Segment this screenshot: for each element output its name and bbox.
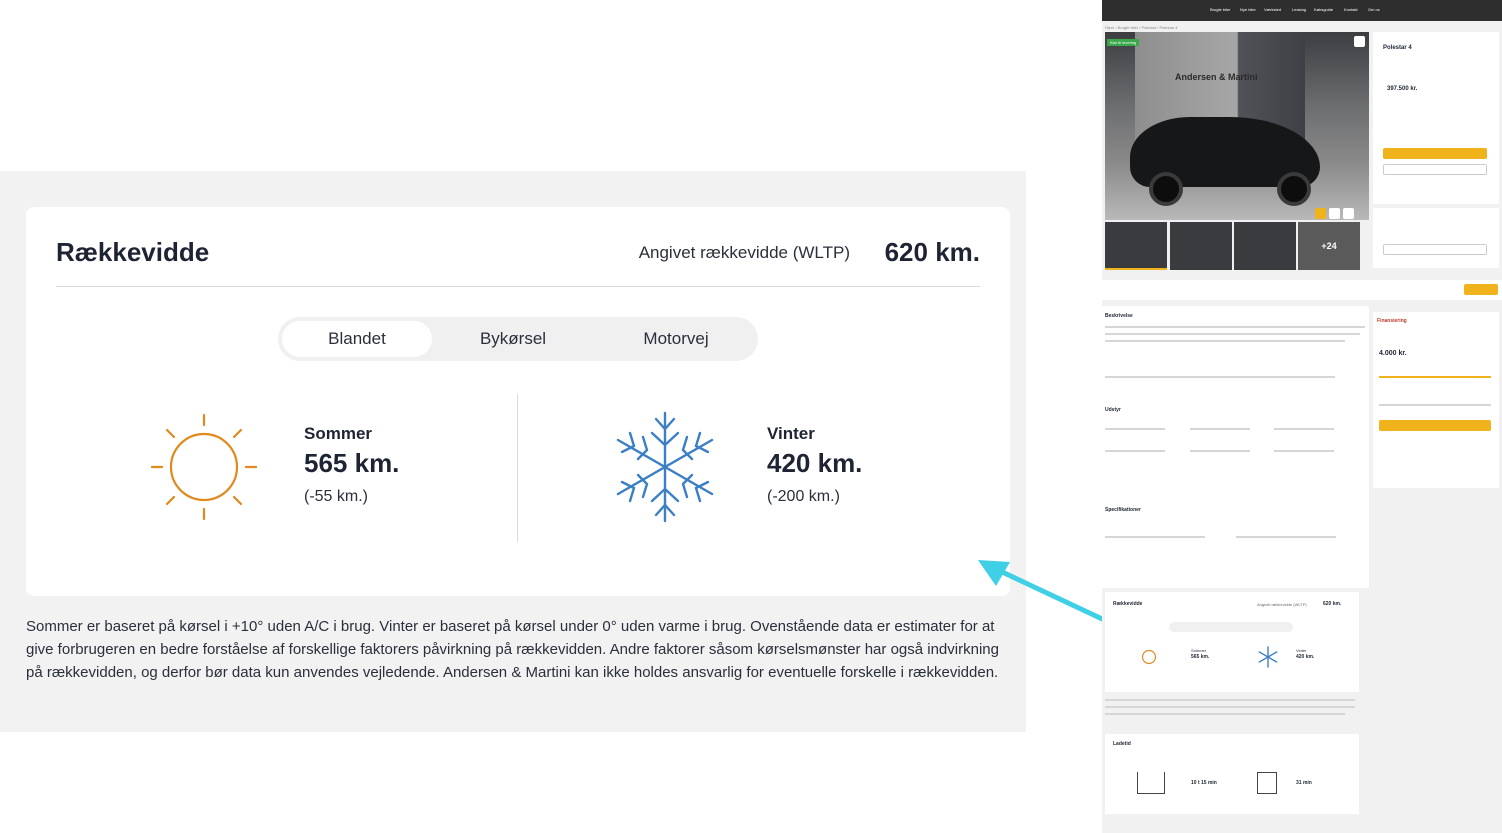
mini-sticky-cta[interactable] [1464,284,1498,295]
mini-wall-text: Andersen & Martini [1175,72,1258,82]
mini-text-line [1105,450,1165,452]
fullscreen-icon[interactable] [1343,208,1354,219]
mini-price: 397.500 kr. [1387,86,1418,92]
mini-home-charger-icon [1137,772,1165,794]
mini-text-line [1105,333,1360,335]
mini-text-line [1190,428,1250,430]
expand-icon[interactable] [1354,36,1365,47]
mini-text-line [1105,340,1345,342]
tab-motorvej[interactable]: Motorvej [598,321,754,357]
mini-text-line [1274,450,1334,452]
summer-diff: (-55 km.) [304,488,368,505]
wltp-label: Angivet rækkevidde (WLTP) [638,243,850,262]
mini-trade-in-box [1373,208,1499,268]
mini-charging-heading: Ladetid [1113,741,1131,747]
summer-value: 565 km. [304,448,400,478]
mini-text-line [1274,428,1334,430]
mini-text-line [1190,450,1250,452]
mini-secondary-button[interactable] [1383,164,1487,175]
mini-wheel [1149,172,1183,206]
snowflake-icon [616,411,714,523]
mini-charging-panel: Ladetid 10 t 15 min 31 min [1105,734,1359,814]
range-tabs: Blandet Bykørsel Motorvej [278,317,758,361]
mini-thumb[interactable] [1234,222,1296,270]
mini-trade-in-button[interactable] [1383,244,1487,255]
mini-specs-heading: Specifikationer [1105,507,1141,513]
mini-range-tabs[interactable] [1169,622,1293,632]
mini-wheel [1277,172,1311,206]
range-divider [56,286,980,287]
mini-description-heading: Beskrivelse [1105,313,1133,319]
range-disclaimer: Sommer er baseret på kørsel i +10° uden … [26,618,999,681]
mini-text-line [1105,376,1335,378]
mini-charge-time-1: 10 t 15 min [1191,780,1217,786]
mini-snowflake-icon [1258,646,1278,668]
mini-nav-item[interactable]: Nye biler [1240,7,1256,12]
mini-range-heading: Rækkevidde [1113,601,1143,607]
mini-primary-button[interactable] [1383,148,1487,159]
mini-text-line [1236,536,1336,538]
mini-range-wltp-label: Angivet rækkevidde (WLTP) [1257,602,1307,607]
mini-thumb[interactable] [1170,222,1232,270]
winter-label: Vinter [767,424,815,443]
wltp-value: 620 km. [884,237,980,267]
mini-charge-time-2: 31 min [1296,780,1312,786]
summer-label: Sommer [304,424,373,443]
mini-financing-heading: Finansiering [1377,318,1407,324]
mini-breadcrumb: Hjem / Brugte biler / Polestar / Polesta… [1105,25,1178,30]
mini-slider[interactable] [1379,376,1491,378]
mini-winter-label: Vinter [1296,648,1307,653]
mini-nav-item[interactable]: Om os [1368,7,1380,12]
season-divider [517,394,518,542]
winter-value: 420 km. [767,448,863,478]
mini-sun-icon [1141,649,1157,665]
mini-text-line [1105,699,1355,701]
mini-text-line [1105,536,1205,538]
mini-photo-badge: Klar til levering [1107,39,1140,46]
sun-icon [150,413,258,521]
mini-thumbnail-strip: +24 [1105,222,1369,270]
play-icon[interactable] [1315,208,1326,219]
mini-text-line [1105,326,1365,328]
mini-thumb[interactable] [1105,222,1167,270]
mini-car-photo[interactable]: Andersen & Martini Klar til levering [1105,32,1369,220]
mini-equipment-heading: Udstyr [1105,407,1121,413]
mini-range-panel: Rækkevidde Angivet rækkevidde (WLTP) 620… [1105,592,1359,692]
mini-summer-value: 565 km. [1191,654,1210,660]
more-photos-button[interactable]: +24 [1298,222,1360,270]
mini-details-panel: Beskrivelse Udstyr Specifikationer [1102,306,1369,588]
mini-sticky-bar [1102,280,1502,300]
mini-text-line [1105,713,1345,715]
mini-range-wltp: 620 km. [1323,601,1342,607]
mini-nav-item[interactable]: Leasing [1292,7,1306,12]
mini-text-line [1105,706,1355,708]
mini-summer-label: Sommer [1191,648,1207,653]
mini-text-line [1105,428,1165,430]
range-title: Rækkevidde [56,237,210,267]
mini-nav-item[interactable]: Værksted [1264,7,1281,12]
tool-icon[interactable] [1329,208,1340,219]
winter-diff: (-200 km.) [767,488,840,505]
mini-price-box: Polestar 4 397.500 kr. [1373,32,1499,204]
mini-nav-item[interactable]: Kontakt [1344,7,1358,12]
mini-fast-charger-icon [1257,772,1277,794]
tab-bykorsel[interactable]: Bykørsel [438,321,588,357]
mini-financing-button[interactable] [1379,420,1491,431]
mini-financing-amount: 4.000 kr. [1379,350,1407,357]
mini-slider[interactable] [1379,404,1491,406]
mini-nav-item[interactable]: Brugte biler [1210,7,1230,12]
mini-top-nav: Brugte biler Nye biler Værksted Leasing … [1102,0,1502,21]
mini-car-title: Polestar 4 [1383,45,1412,51]
mini-winter-value: 420 km. [1296,654,1315,660]
mini-nav-item[interactable]: Købsguide [1314,7,1333,12]
tab-blandet[interactable]: Blandet [282,321,432,357]
range-card: Rækkevidde Angivet rækkevidde (WLTP) 620… [26,207,1010,596]
mini-financing-panel: Finansiering 4.000 kr. [1373,312,1499,488]
page-thumbnail: Brugte biler Nye biler Værksted Leasing … [1102,0,1502,833]
